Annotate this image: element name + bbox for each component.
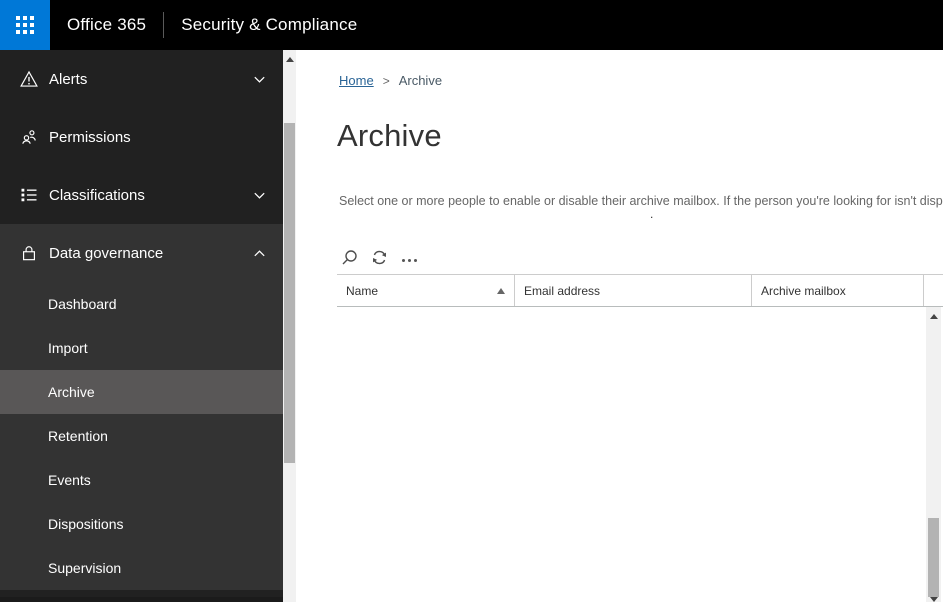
page-title: Archive <box>337 118 442 153</box>
sidebar-item-label: Permissions <box>49 128 131 146</box>
more-ellipsis-icon <box>401 253 417 262</box>
table-header-row: Name Email address Archive mailbox <box>337 275 943 307</box>
description-overflow-dot: . <box>650 207 654 221</box>
nav-scrollbar-thumb[interactable] <box>284 123 295 463</box>
sidebar-item-dashboard[interactable]: Dashboard <box>0 282 283 326</box>
office-365-brand[interactable]: Office 365 <box>67 15 146 35</box>
people-icon <box>18 126 40 148</box>
sidebar-item-label: Data governance <box>49 244 164 262</box>
sidebar-item-classifications[interactable]: Classifications <box>0 166 283 224</box>
breadcrumb: Home > Archive <box>339 73 442 88</box>
app-launcher-waffle-icon <box>16 16 34 34</box>
search-icon <box>342 249 357 264</box>
top-suite-bar: Office 365 Security & Compliance <box>0 0 943 50</box>
sidebar-item-import[interactable]: Import <box>0 326 283 370</box>
sidebar-item-archive[interactable]: Archive <box>0 370 283 414</box>
sidebar-item-data-governance[interactable]: Data governance <box>0 224 283 282</box>
breadcrumb-home-link[interactable]: Home <box>339 73 374 88</box>
scroll-down-arrow-icon <box>929 597 938 602</box>
search-button[interactable] <box>338 246 360 268</box>
sidebar-item-retention[interactable]: Retention <box>0 414 283 458</box>
sidebar-item-supervision[interactable]: Supervision <box>0 546 283 590</box>
data-governance-section: Data governance Dashboard Import Archive… <box>0 224 283 590</box>
page-description: Select one or more people to enable or d… <box>339 194 943 208</box>
breadcrumb-current: Archive <box>398 73 443 88</box>
warning-triangle-icon <box>18 68 40 90</box>
column-header-archive-mailbox[interactable]: Archive mailbox <box>752 275 924 306</box>
sidebar-item-label: Alerts <box>49 70 88 88</box>
scroll-up-arrow-icon <box>285 56 294 62</box>
sidebar-child-label: Archive <box>48 384 95 400</box>
column-label: Archive mailbox <box>761 283 846 298</box>
chevron-down-icon <box>254 192 265 199</box>
sidebar-child-label: Dispositions <box>48 516 124 532</box>
sidebar-child-label: Events <box>48 472 91 488</box>
sidebar-item-label: Classifications <box>49 186 145 204</box>
app-title: Security & Compliance <box>181 15 358 34</box>
bullet-list-icon <box>18 184 40 206</box>
column-label: Name <box>346 283 379 298</box>
more-actions-button[interactable] <box>398 246 420 268</box>
column-header-email-address[interactable]: Email address <box>515 275 752 306</box>
main-content: Home > Archive Archive Select one or mor… <box>296 50 943 602</box>
nav-scroll-up-button[interactable] <box>283 50 296 68</box>
sidebar-child-label: Dashboard <box>48 296 117 312</box>
left-navigation: Alerts Permissions Classifications Data … <box>0 50 283 602</box>
table-scroll-up-button[interactable] <box>926 307 941 325</box>
lock-icon <box>18 242 40 264</box>
table-scrollbar[interactable] <box>926 307 941 602</box>
sidebar-child-label: Retention <box>48 428 108 444</box>
sidebar-child-label: Supervision <box>48 560 122 576</box>
breadcrumb-separator: > <box>382 74 390 88</box>
list-toolbar <box>338 246 420 268</box>
mailbox-table: Name Email address Archive mailbox <box>337 274 943 602</box>
sidebar-item-alerts[interactable]: Alerts <box>0 50 283 108</box>
next-section-edge <box>0 597 283 602</box>
sidebar-item-events[interactable]: Events <box>0 458 283 502</box>
chevron-down-icon <box>254 76 265 83</box>
nav-scrollbar[interactable] <box>283 50 296 602</box>
table-scrollbar-thumb[interactable] <box>928 518 939 597</box>
column-header-name[interactable]: Name <box>337 275 515 306</box>
app-launcher-button[interactable] <box>0 0 50 50</box>
sidebar-item-permissions[interactable]: Permissions <box>0 108 283 166</box>
refresh-icon <box>372 250 386 264</box>
table-body-empty <box>337 307 943 602</box>
table-scroll-down-button[interactable] <box>926 597 941 602</box>
column-label: Email address <box>524 283 601 298</box>
scroll-up-arrow-icon <box>929 313 938 319</box>
sidebar-child-label: Import <box>48 340 88 356</box>
chevron-up-icon <box>254 249 265 256</box>
sort-ascending-icon <box>497 287 505 294</box>
sidebar-item-dispositions[interactable]: Dispositions <box>0 502 283 546</box>
refresh-button[interactable] <box>368 246 390 268</box>
topbar-divider <box>163 12 165 38</box>
